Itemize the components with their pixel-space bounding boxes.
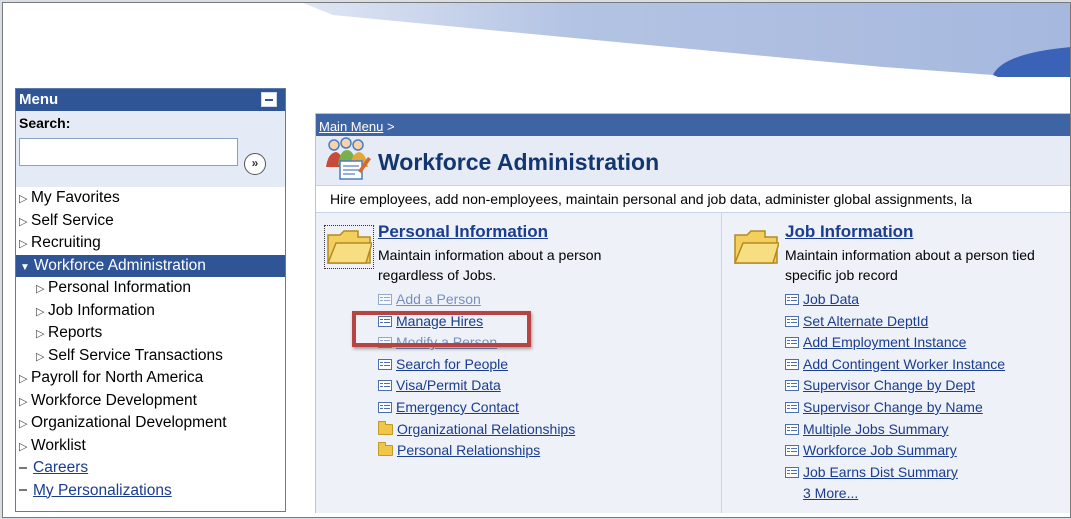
app-frame: Menu Search: » ▷ My Favorites ▷ Self Servi…	[2, 2, 1071, 518]
link-workforce-job-summary[interactable]: Workforce Job Summary	[785, 440, 1005, 462]
menu-item-careers[interactable]: Careers	[16, 457, 285, 480]
triangle-right-icon: ▷	[19, 418, 28, 430]
personal-links: Add a Person Manage Hires Modify a Perso…	[378, 289, 575, 462]
dash-icon	[19, 466, 27, 469]
link-job-earns-dist-summary[interactable]: Job Earns Dist Summary	[785, 462, 1005, 484]
breadcrumb-separator: >	[386, 119, 395, 134]
list-icon	[378, 358, 392, 370]
triangle-right-icon: ▷	[36, 283, 45, 295]
menu-item-my-personalizations[interactable]: My Personalizations	[16, 480, 285, 503]
link-add-a-person[interactable]: Add a Person	[378, 289, 575, 311]
cards-area: Personal Information Maintain informatio…	[316, 213, 1070, 513]
list-icon	[785, 423, 799, 435]
triangle-right-icon: ▷	[36, 350, 45, 363]
menu-item-workforce-administration[interactable]: ▼ Workforce Administration	[16, 254, 285, 277]
search-go-button[interactable]: »	[244, 153, 266, 175]
list-icon	[378, 337, 392, 349]
job-links: Job Data Set Alternate DeptId Add Employ…	[785, 289, 1005, 505]
menu-item-worklist[interactable]: ▷ Worklist	[16, 435, 285, 458]
page-title: Workforce Administration	[378, 149, 660, 175]
page-description: Hire employees, add non-employees, maint…	[316, 186, 1070, 213]
left-menu: Menu Search: » ▷ My Favorites ▷ Self Servi…	[15, 88, 286, 512]
header-banner	[3, 3, 1070, 81]
link-modify-a-person[interactable]: Modify a Person	[378, 332, 575, 354]
main-content: Main Menu > Workforce Administration Hir…	[315, 113, 1070, 513]
folder-icon[interactable]	[326, 227, 372, 267]
personal-information-description: Maintain information about a person rega…	[378, 247, 602, 283]
list-icon	[785, 466, 799, 478]
triangle-right-icon: ▷	[36, 328, 45, 340]
search-area: Search: »	[16, 111, 285, 187]
list-icon	[785, 380, 799, 392]
triangle-right-icon: ▷	[19, 193, 28, 205]
link-manage-hires[interactable]: Manage Hires	[378, 311, 575, 333]
link-search-for-people[interactable]: Search for People	[378, 354, 575, 376]
link-set-alternate-deptid[interactable]: Set Alternate DeptId	[785, 311, 1005, 333]
menu-item-payroll[interactable]: ▷ Payroll for North America	[16, 367, 285, 390]
list-icon	[378, 380, 392, 392]
menu-header: Menu	[16, 89, 285, 111]
list-icon	[785, 294, 799, 305]
personal-information-card: Personal Information Maintain informatio…	[316, 213, 722, 513]
link-more[interactable]: 3 More...	[785, 483, 1005, 505]
list-icon	[378, 294, 392, 305]
link-visa-permit-data[interactable]: Visa/Permit Data	[378, 375, 575, 397]
menu-item-my-favorites[interactable]: ▷ My Favorites	[16, 187, 285, 210]
menu-item-job-information[interactable]: ▷ Job Information	[16, 300, 285, 323]
search-label: Search:	[19, 115, 71, 131]
menu-item-personal-information[interactable]: ▷ Personal Information	[16, 277, 285, 300]
menu-item-reports[interactable]: ▷ Reports	[16, 322, 285, 345]
link-add-contingent-worker-instance[interactable]: Add Contingent Worker Instance	[785, 354, 1005, 376]
list-icon	[785, 401, 799, 413]
link-job-data[interactable]: Job Data	[785, 289, 1005, 311]
link-personal-relationships[interactable]: Personal Relationships	[378, 440, 575, 462]
triangle-right-icon: ▷	[19, 215, 28, 228]
triangle-right-icon: ▷	[19, 440, 28, 453]
menu-item-self-service[interactable]: ▷ Self Service	[16, 210, 285, 233]
menu-title: Menu	[19, 91, 59, 108]
menu-item-recruiting[interactable]: ▷ Recruiting	[16, 232, 285, 255]
breadcrumb-main-menu-link[interactable]: Main Menu	[319, 119, 383, 134]
collapse-icon[interactable]	[261, 92, 277, 107]
title-bar: Workforce Administration	[316, 136, 1070, 186]
personal-information-title[interactable]: Personal Information	[378, 222, 548, 242]
link-add-employment-instance[interactable]: Add Employment Instance	[785, 332, 1005, 354]
link-organizational-relationships[interactable]: Organizational Relationships	[378, 419, 575, 441]
list-icon	[378, 401, 392, 413]
search-input[interactable]	[19, 138, 238, 166]
job-information-title[interactable]: Job Information	[785, 222, 913, 242]
list-icon	[378, 315, 392, 327]
folder-small-icon	[378, 420, 393, 435]
dash-icon	[19, 489, 27, 492]
link-supervisor-change-by-name[interactable]: Supervisor Change by Name	[785, 397, 1005, 419]
triangle-right-icon: ▷	[19, 373, 28, 385]
job-information-description: Maintain information about a person tied…	[785, 247, 1035, 283]
link-emergency-contact[interactable]: Emergency Contact	[378, 397, 575, 419]
list-icon	[785, 337, 799, 349]
link-supervisor-change-by-dept[interactable]: Supervisor Change by Dept	[785, 375, 1005, 397]
link-multiple-jobs-summary[interactable]: Multiple Jobs Summary	[785, 419, 1005, 441]
list-icon	[785, 358, 799, 370]
folder-icon[interactable]	[733, 227, 779, 267]
job-information-card: Job Information Maintain information abo…	[723, 213, 1070, 513]
triangle-right-icon: ▷	[36, 305, 45, 318]
menu-item-organizational-development[interactable]: ▷ Organizational Development	[16, 412, 285, 435]
folder-small-icon	[378, 442, 393, 457]
triangle-down-icon: ▼	[20, 261, 30, 273]
triangle-right-icon: ▷	[19, 238, 28, 250]
menu-item-workforce-development[interactable]: ▷ Workforce Development	[16, 390, 285, 413]
menu-item-self-service-transactions[interactable]: ▷ Self Service Transactions	[16, 345, 285, 368]
people-icon	[326, 137, 371, 180]
list-icon	[785, 445, 799, 457]
list-icon	[785, 315, 799, 327]
breadcrumb: Main Menu >	[316, 114, 1070, 136]
triangle-right-icon: ▷	[19, 395, 28, 408]
